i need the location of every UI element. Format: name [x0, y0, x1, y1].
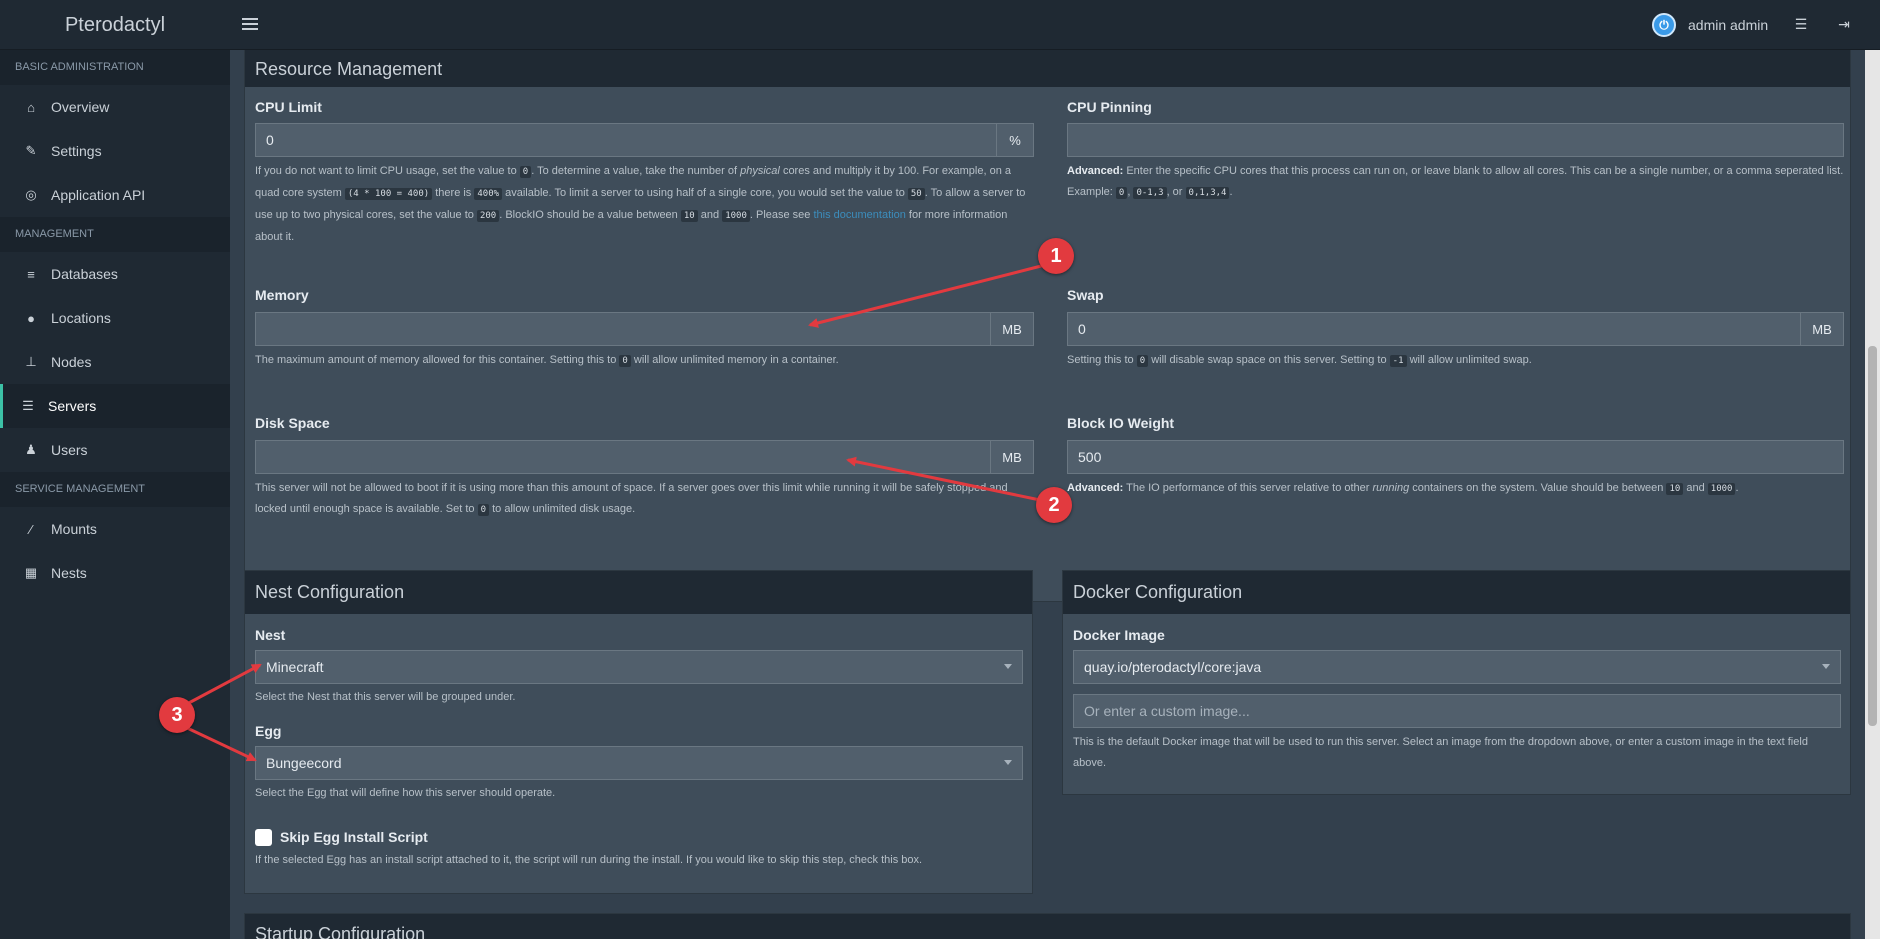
- egg-label: Egg: [255, 723, 282, 739]
- server-icon: ☰: [22, 398, 34, 413]
- sidebar-section-header: SERVICE MANAGEMENT: [0, 472, 230, 507]
- disk-mb-addon: MB: [990, 440, 1034, 474]
- swap-input[interactable]: 0: [1067, 312, 1801, 346]
- sidebar-item-label: Databases: [51, 266, 118, 282]
- chevron-down-icon: [1004, 664, 1012, 669]
- nest-selected-value: Minecraft: [266, 659, 324, 675]
- sidebar-item-label: Locations: [51, 310, 111, 326]
- block-io-input[interactable]: 500: [1067, 440, 1844, 474]
- sidebar-item-databases[interactable]: ≡ Databases: [0, 252, 230, 296]
- chevron-down-icon: [1822, 664, 1830, 669]
- docker-configuration-panel: Docker Configuration Docker Image quay.i…: [1062, 570, 1851, 795]
- sidebar-item-label: Overview: [51, 99, 110, 115]
- sidebar-item-application-api[interactable]: ◎ Application API: [0, 173, 230, 217]
- sidebar-item-label: Servers: [48, 398, 97, 414]
- docker-image-help: This is the default Docker image that wi…: [1073, 736, 1808, 769]
- custom-image-placeholder: Or enter a custom image...: [1084, 703, 1250, 719]
- docker-image-select[interactable]: quay.io/pterodactyl/core:java: [1073, 650, 1841, 684]
- sidebar-section-header: MANAGEMENT: [0, 217, 230, 252]
- logout-icon[interactable]: ⇥: [1836, 16, 1852, 32]
- annotation-marker-1: 1: [1038, 238, 1074, 274]
- egg-selected-value: Bungeecord: [266, 755, 342, 771]
- users-icon: ♟: [25, 442, 37, 457]
- sidebar-item-overview[interactable]: ⌂ Overview: [0, 85, 230, 129]
- nest-label: Nest: [255, 627, 286, 643]
- panel-title: Docker Configuration: [1063, 571, 1850, 614]
- swap-mb-addon: MB: [1800, 312, 1844, 346]
- docker-image-selected-value: quay.io/pterodactyl/core:java: [1084, 659, 1262, 675]
- sidebar-item-label: Settings: [51, 143, 102, 159]
- gamepad-icon: ◎: [25, 187, 37, 202]
- sidebar-section-header: BASIC ADMINISTRATION: [0, 50, 230, 85]
- cpu-limit-help: If you do not want to limit CPU usage, s…: [255, 165, 1026, 243]
- sidebar-item-servers[interactable]: ☰ Servers: [0, 384, 230, 428]
- chevron-down-icon: [1004, 760, 1012, 765]
- custom-image-input[interactable]: Or enter a custom image...: [1073, 694, 1841, 728]
- globe-icon: ●: [27, 310, 35, 326]
- block-io-label: Block IO Weight: [1067, 415, 1175, 431]
- th-large-icon: ▦: [24, 565, 38, 580]
- sidebar-item-nests[interactable]: ▦ Nests: [0, 551, 230, 595]
- skip-egg-install-label[interactable]: Skip Egg Install Script: [280, 829, 428, 845]
- annotation-marker-3: 3: [159, 697, 195, 733]
- wrench-icon: ✎: [25, 143, 37, 158]
- nest-configuration-panel: Nest Configuration Nest Minecraft Select…: [244, 570, 1033, 894]
- nest-help: Select the Nest that this server will be…: [255, 691, 516, 703]
- magic-icon: ⁄: [29, 521, 33, 537]
- avatar[interactable]: ⏻: [1652, 13, 1676, 37]
- sidebar-item-label: Nests: [51, 565, 87, 581]
- server-list-icon[interactable]: ☰: [1793, 16, 1809, 32]
- swap-help: Setting this to 0 will disable swap spac…: [1067, 354, 1532, 367]
- egg-select[interactable]: Bungeecord: [255, 746, 1023, 780]
- cpu-limit-label: CPU Limit: [255, 99, 322, 115]
- top-navbar: Pterodactyl ⏻ admin admin ☰ ⇥: [0, 0, 1880, 50]
- scrollbar-thumb[interactable]: [1868, 346, 1877, 726]
- docker-image-label: Docker Image: [1073, 627, 1165, 643]
- block-io-help: Advanced: The IO performance of this ser…: [1067, 482, 1739, 495]
- sidebar-item-users[interactable]: ♟ Users: [0, 428, 230, 472]
- sitemap-icon: ⊥: [25, 354, 37, 369]
- nest-select[interactable]: Minecraft: [255, 650, 1023, 684]
- sidebar-toggle-icon[interactable]: [242, 15, 258, 35]
- swap-label: Swap: [1067, 287, 1104, 303]
- sidebar: BASIC ADMINISTRATION ⌂ Overview ✎ Settings…: [0, 50, 230, 939]
- skip-egg-install-checkbox[interactable]: [255, 829, 272, 846]
- cpu-pinning-label: CPU Pinning: [1067, 99, 1152, 115]
- startup-configuration-panel: Startup Configuration: [244, 913, 1851, 939]
- home-icon: ⌂: [27, 99, 35, 115]
- sidebar-item-locations[interactable]: ● Locations: [0, 296, 230, 340]
- user-menu[interactable]: ⏻ admin admin: [1652, 13, 1768, 37]
- sidebar-item-label: Mounts: [51, 521, 97, 537]
- database-icon: ≡: [27, 266, 35, 282]
- cpu-pinning-input[interactable]: [1067, 123, 1844, 157]
- memory-help: The maximum amount of memory allowed for…: [255, 354, 839, 367]
- panel-title: Nest Configuration: [245, 571, 1032, 614]
- documentation-link[interactable]: this documentation: [813, 209, 905, 221]
- percent-addon: %: [996, 123, 1034, 157]
- sidebar-item-label: Application API: [51, 187, 146, 203]
- brand-logo[interactable]: Pterodactyl: [0, 0, 230, 50]
- memory-label: Memory: [255, 287, 309, 303]
- annotation-marker-2: 2: [1036, 487, 1072, 523]
- panel-title: Startup Configuration: [245, 914, 1850, 939]
- user-name[interactable]: admin admin: [1688, 17, 1768, 33]
- disk-space-help: This server will not be allowed to boot …: [255, 482, 1008, 516]
- sidebar-item-settings[interactable]: ✎ Settings: [0, 129, 230, 173]
- sidebar-item-mounts[interactable]: ⁄ Mounts: [0, 507, 230, 551]
- sidebar-item-label: Users: [51, 442, 88, 458]
- sidebar-item-label: Nodes: [51, 354, 92, 370]
- page-scrollbar[interactable]: [1865, 50, 1880, 939]
- skip-egg-install-help: If the selected Egg has an install scrip…: [255, 854, 923, 866]
- disk-space-input[interactable]: [255, 440, 991, 474]
- panel-title: Resource Management: [245, 50, 1850, 87]
- disk-space-label: Disk Space: [255, 415, 330, 431]
- cpu-pinning-help: Advanced: Enter the specific CPU cores t…: [1067, 165, 1844, 199]
- sidebar-item-nodes[interactable]: ⊥ Nodes: [0, 340, 230, 384]
- memory-mb-addon: MB: [990, 312, 1034, 346]
- memory-input[interactable]: [255, 312, 991, 346]
- egg-help: Select the Egg that will define how this…: [255, 787, 556, 799]
- cpu-limit-input[interactable]: 0: [255, 123, 997, 157]
